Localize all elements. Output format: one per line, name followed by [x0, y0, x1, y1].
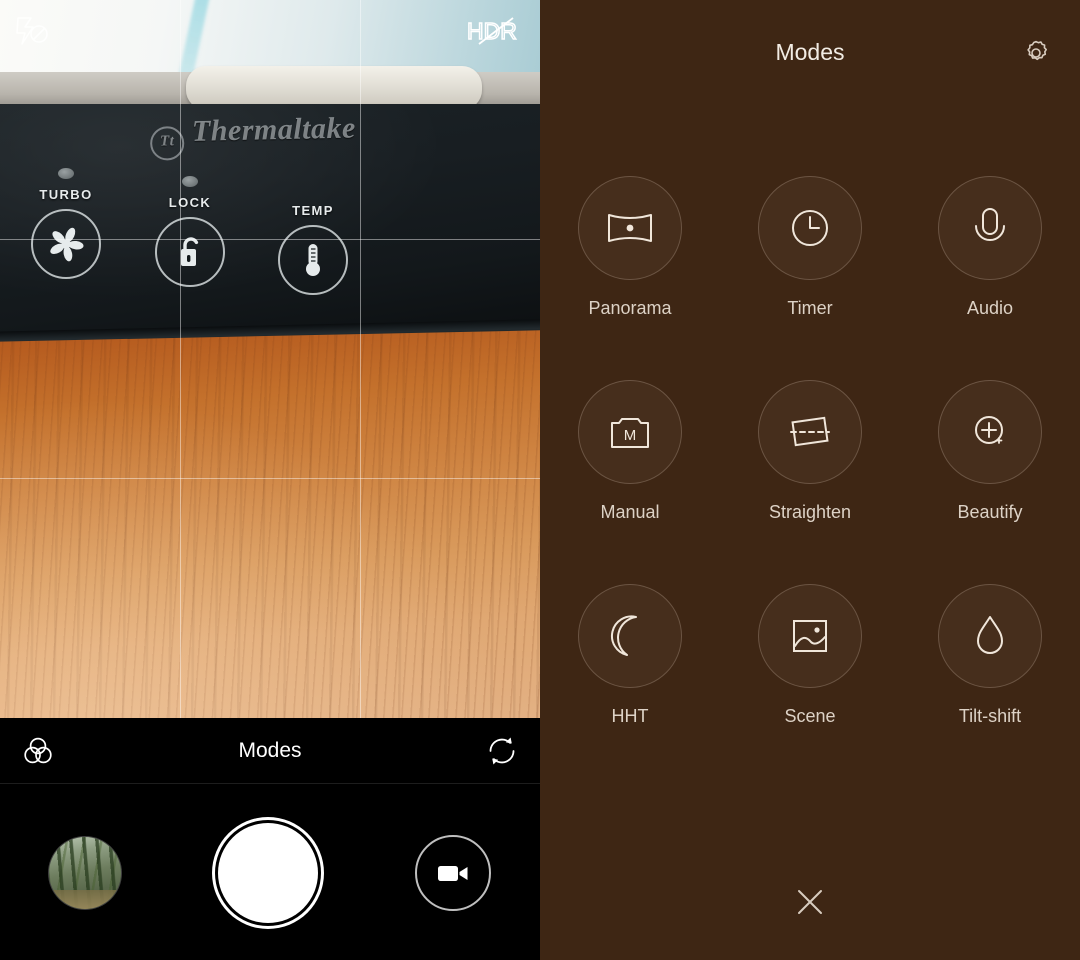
camera-actions	[0, 785, 540, 960]
modes-panel: Modes Panorama Timer Audio M Manual Stra…	[540, 0, 1080, 960]
mode-beautify[interactable]: Beautify	[900, 380, 1080, 523]
mode-timer[interactable]: Timer	[720, 176, 900, 319]
live-preview[interactable]: Tt Thermaltake TURBO LOCK TEMP HDR	[0, 0, 540, 718]
mode-tilt-shift[interactable]: Tilt-shift	[900, 584, 1080, 727]
mode-manual[interactable]: M Manual	[540, 380, 720, 523]
gallery-thumbnail[interactable]	[48, 836, 121, 909]
video-camera-icon[interactable]	[415, 834, 492, 911]
mode-label: Panorama	[588, 298, 672, 318]
preview-wood-desk	[0, 329, 540, 718]
mode-scene[interactable]: Scene	[720, 584, 900, 727]
gear-icon[interactable]	[1014, 31, 1058, 75]
fan-icon	[31, 209, 101, 279]
camera-toolbar-title: Modes	[238, 738, 302, 762]
mode-straighten[interactable]: Straighten	[720, 380, 900, 523]
padlock-icon	[155, 217, 225, 287]
mode-label: Timer	[787, 298, 833, 318]
manual-camera-icon: M	[578, 380, 682, 484]
microphone-icon	[938, 176, 1042, 280]
straighten-icon	[758, 380, 862, 484]
mode-hht[interactable]: HHT	[540, 584, 720, 727]
mode-label: Tilt-shift	[958, 706, 1022, 726]
color-filter-icon[interactable]	[18, 731, 58, 771]
app-screen: Tt Thermaltake TURBO LOCK TEMP HDR Modes…	[0, 0, 1080, 960]
manual-m-letter: M	[624, 427, 637, 444]
mode-audio[interactable]: Audio	[900, 176, 1080, 319]
turbo-led	[58, 168, 74, 179]
mode-panorama[interactable]: Panorama	[540, 176, 720, 319]
modes-header: Modes	[540, 0, 1080, 105]
beautify-sparkle-icon	[938, 380, 1042, 484]
temp-label: TEMP	[292, 203, 334, 218]
modes-title: Modes	[775, 39, 845, 65]
switch-camera-icon[interactable]	[482, 731, 522, 771]
lock-led	[182, 176, 198, 187]
mode-label: Straighten	[768, 502, 852, 522]
thermaltake-brand: Tt Thermaltake	[149, 108, 511, 161]
shutter-button[interactable]	[217, 822, 318, 923]
thermometer-icon	[278, 225, 348, 295]
lock-label: LOCK	[168, 195, 212, 210]
close-icon[interactable]	[786, 878, 834, 926]
mode-label: Beautify	[957, 502, 1023, 522]
picture-icon	[758, 584, 862, 688]
mode-label: Audio	[966, 298, 1014, 318]
camera-toolbar: Modes	[0, 718, 540, 784]
flash-off-icon[interactable]	[12, 14, 54, 48]
hw-button-turbo: TURBO	[19, 168, 113, 279]
modes-grid: Panorama Timer Audio M Manual Straighten…	[540, 176, 1080, 727]
thermaltake-brand-text: Thermaltake	[191, 111, 357, 148]
timer-clock-icon	[758, 176, 862, 280]
camera-viewfinder: Tt Thermaltake TURBO LOCK TEMP HDR Modes	[0, 0, 540, 960]
panorama-icon	[578, 176, 682, 280]
hw-button-lock: LOCK	[143, 176, 237, 287]
mode-label: Manual	[600, 502, 660, 522]
droplet-icon	[938, 584, 1042, 688]
mode-label: Scene	[784, 706, 836, 726]
hdr-off-icon[interactable]: HDR	[466, 16, 524, 46]
hw-button-temp: TEMP	[266, 184, 360, 295]
moon-icon	[578, 584, 682, 688]
turbo-label: TURBO	[39, 187, 93, 202]
mode-label: HHT	[611, 706, 649, 726]
